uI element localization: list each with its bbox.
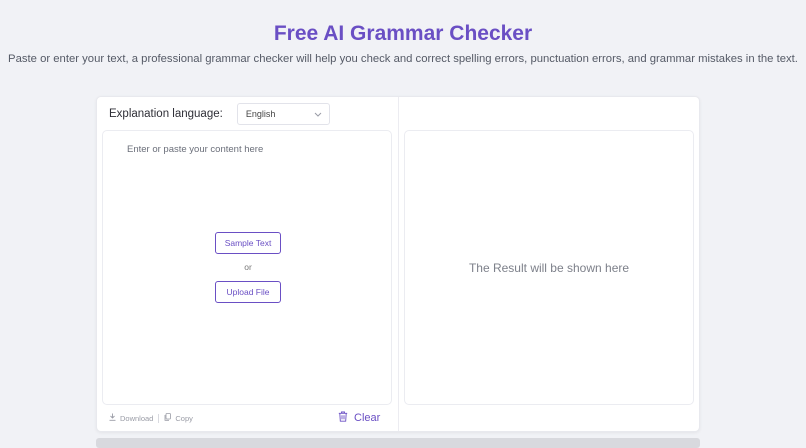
or-separator: or [244,262,252,272]
page-title: Free AI Grammar Checker [273,22,533,45]
language-select-value: English [245,109,276,119]
language-row: Explanation language: English [109,103,330,125]
language-select[interactable]: English [236,103,330,125]
result-placeholder: The Result will be shown here [468,260,630,275]
download-label: Download [120,413,154,423]
copy-label: Copy [175,413,193,423]
panel-divider [398,97,399,431]
upload-file-button[interactable]: Upload File [215,281,281,303]
page-subtitle: Paste or enter your text, a professional… [8,53,798,65]
footer-divider [158,413,160,423]
text-input-area[interactable]: Enter or paste your content here Sample … [102,130,392,405]
copy-button[interactable]: Copy [164,413,193,423]
language-label: Explanation language: [109,108,223,120]
clear-button[interactable]: Clear [338,410,380,426]
sample-text-button[interactable]: Sample Text [215,232,281,254]
copy-icon [164,413,175,423]
input-placeholder: Enter or paste your content here [127,144,264,155]
checker-card: Explanation language: English Enter or p… [96,96,700,432]
trash-icon [338,411,354,425]
submit-bar[interactable] [96,438,700,448]
chevron-down-icon [314,112,322,117]
result-panel: The Result will be shown here [404,130,694,405]
download-icon [109,413,120,423]
editor-footer-actions: Download Copy [109,411,193,425]
clear-label: Clear [354,412,381,424]
download-button[interactable]: Download [109,413,153,423]
